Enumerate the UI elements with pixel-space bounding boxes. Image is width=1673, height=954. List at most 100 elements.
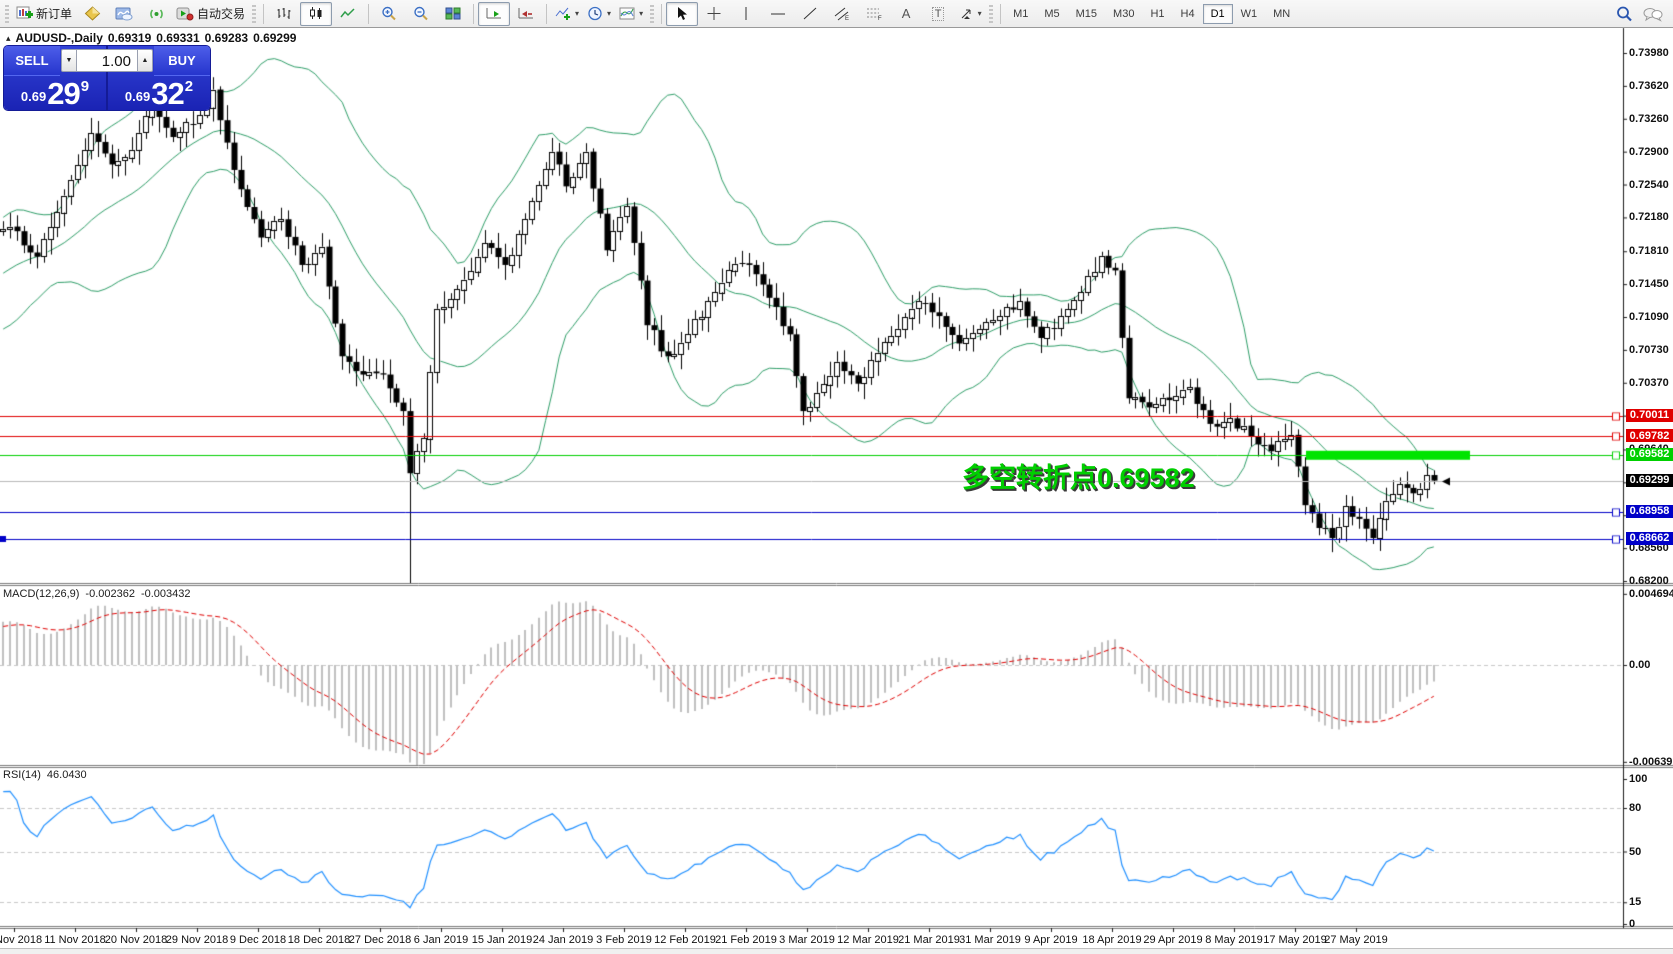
- chat-icon[interactable]: [1643, 6, 1663, 22]
- arrows-tool-button[interactable]: ▾: [954, 2, 986, 26]
- price-axis-tick-label: 0.73260: [1629, 112, 1669, 125]
- tile-windows-button[interactable]: [437, 2, 469, 26]
- volume-input[interactable]: 1.00: [77, 49, 137, 72]
- collapse-panel-icon[interactable]: ▴: [6, 33, 11, 44]
- chart-area[interactable]: [0, 0, 1673, 954]
- indicators-button[interactable]: ▾: [551, 2, 583, 26]
- channel-icon: E: [834, 7, 849, 21]
- open-value: 0.69319: [107, 31, 152, 45]
- sell-button[interactable]: SELL: [4, 46, 60, 76]
- timeframe-button-d1[interactable]: D1: [1202, 3, 1233, 24]
- signal-icon: [148, 6, 165, 21]
- date-axis-tick-label: 29 Apr 2019: [1143, 934, 1203, 946]
- timeframe-button-m5[interactable]: M5: [1036, 4, 1067, 24]
- toolbar-right-group: [1616, 6, 1663, 22]
- chart-shift-button[interactable]: [510, 2, 542, 26]
- buy-button[interactable]: BUY: [154, 46, 210, 76]
- date-axis-tick-label: 11 Nov 2018: [44, 934, 106, 946]
- publish-chart-button[interactable]: [108, 2, 140, 26]
- zoom-in-icon: [382, 6, 396, 21]
- current-price-badge: 0.69299: [1626, 473, 1673, 487]
- templates-button[interactable]: ▾: [615, 2, 647, 26]
- profile-button[interactable]: [76, 2, 108, 26]
- date-axis-tick-label: 21 Feb 2019: [715, 934, 777, 946]
- price-line-badge: 0.69782: [1626, 429, 1673, 443]
- fibonacci-tool-button[interactable]: F: [858, 2, 890, 26]
- text-label-tool-button[interactable]: T: [922, 2, 954, 26]
- timeframe-group: M1 M5 M15 M30 H1 H4 D1 W1 MN: [1005, 3, 1298, 24]
- volume-increase-button[interactable]: ▲: [137, 49, 153, 72]
- periods-button[interactable]: ▾: [583, 2, 615, 26]
- main-toolbar: 新订单 自动交易 ▾ ▾ ▾ E F A T ▾ M1 M5 M15 M30 H…: [0, 0, 1673, 28]
- price-axis-tick-label: 0.72900: [1629, 145, 1669, 158]
- rsi-value: 46.0430: [46, 769, 87, 781]
- rsi-name: RSI(14): [3, 769, 41, 781]
- timeframe-button-m15[interactable]: M15: [1068, 4, 1105, 24]
- toolbar-grip[interactable]: [252, 4, 257, 23]
- macd-label: MACD(12,26,9) -0.002362 -0.003432: [3, 588, 191, 600]
- text-tool-button[interactable]: A: [890, 2, 922, 26]
- search-icon[interactable]: [1616, 6, 1633, 22]
- timeframe-button-mn[interactable]: MN: [1265, 4, 1298, 24]
- auto-scroll-button[interactable]: [478, 1, 511, 26]
- buy-price-prefix: 0.69: [124, 89, 151, 104]
- price-axis-tick-label: 0.72540: [1629, 178, 1669, 191]
- trendline-icon: [803, 7, 817, 20]
- rsi-label: RSI(14) 46.0430: [3, 769, 87, 781]
- timeframe-button-h1[interactable]: H1: [1142, 4, 1172, 24]
- chart-cloud-icon: [115, 6, 133, 21]
- timeframe-button-h4[interactable]: H4: [1173, 4, 1203, 24]
- fibonacci-icon: F: [866, 8, 882, 21]
- dropdown-arrow-icon: ▾: [607, 9, 612, 18]
- toolbar-separator: [473, 3, 475, 24]
- new-order-button[interactable]: 新订单: [12, 2, 76, 26]
- status-bar: [0, 948, 1673, 954]
- buy-price-display[interactable]: 0.69 32 2: [108, 76, 210, 109]
- rsi-axis-tick-label: 80: [1629, 802, 1642, 814]
- high-value: 0.69331: [156, 31, 200, 45]
- svg-text:F: F: [878, 16, 882, 21]
- trendline-tool-button[interactable]: [794, 2, 826, 26]
- sell-price-display[interactable]: 0.69 29 9: [4, 76, 106, 109]
- price-axis-tick-label: 0.71810: [1629, 245, 1669, 258]
- timeframe-button-m30[interactable]: M30: [1105, 4, 1142, 24]
- line-chart-mode-button[interactable]: [332, 2, 364, 26]
- signal-button[interactable]: [140, 2, 172, 26]
- price-axis-tick-label: 0.73980: [1629, 47, 1669, 59]
- date-axis-tick-label: 9 Dec 2018: [229, 934, 287, 946]
- timeframe-button-w1[interactable]: W1: [1233, 4, 1266, 24]
- bar-chart-mode-button[interactable]: [268, 2, 300, 26]
- candlestick-mode-button[interactable]: [300, 1, 333, 26]
- equidistant-channel-tool-button[interactable]: E: [826, 2, 858, 26]
- zoom-out-button[interactable]: [405, 2, 437, 26]
- rsi-axis-tick-label: 0: [1629, 918, 1636, 930]
- price-line-badge: 0.70011: [1626, 408, 1673, 422]
- indicators-icon: [555, 7, 571, 20]
- date-axis-tick-label: 24 Jan 2019: [532, 934, 594, 946]
- autotrading-button[interactable]: 自动交易: [172, 2, 249, 26]
- rsi-axis-tick-label: 15: [1629, 896, 1642, 909]
- price-line-badge: 0.69582: [1626, 447, 1673, 461]
- timeframe-button-m1[interactable]: M1: [1005, 4, 1036, 24]
- date-axis-tick-label: 3 Mar 2019: [779, 934, 835, 946]
- cursor-tool-button[interactable]: [666, 1, 699, 26]
- macd-signal-value: -0.003432: [140, 588, 191, 600]
- cursor-icon: [678, 7, 688, 20]
- sell-price-pip: 9: [80, 78, 90, 95]
- vertical-line-tool-button[interactable]: [730, 2, 762, 26]
- sell-price-prefix: 0.69: [20, 89, 47, 104]
- toolbar-grip[interactable]: [989, 4, 994, 23]
- sell-price-big: 29: [47, 76, 80, 111]
- toolbar-grip[interactable]: [650, 4, 655, 23]
- volume-decrease-button[interactable]: ▼: [61, 49, 77, 72]
- date-axis-tick-label: 15 Jan 2019: [471, 934, 533, 946]
- bar-chart-icon: [277, 8, 291, 19]
- symbol-period-label: AUDUSD-,Daily: [15, 31, 103, 45]
- crosshair-tool-button[interactable]: [698, 2, 730, 26]
- zoom-in-button[interactable]: [373, 2, 405, 26]
- date-axis-tick-label: 27 Dec 2018: [348, 934, 412, 946]
- price-axis-tick-label: 0.71450: [1629, 278, 1669, 291]
- toolbar-grip[interactable]: [5, 4, 9, 23]
- template-icon: [619, 7, 635, 20]
- horizontal-line-tool-button[interactable]: [762, 2, 794, 26]
